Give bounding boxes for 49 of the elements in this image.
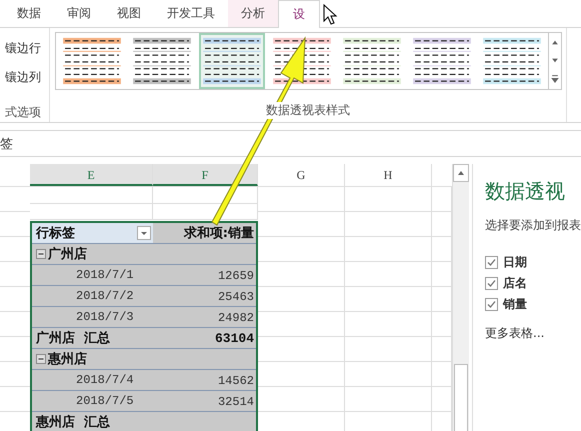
field-checkbox[interactable] — [485, 298, 498, 311]
table-style-thumbnail[interactable] — [198, 33, 264, 89]
vertical-scrollbar[interactable] — [452, 164, 469, 431]
pivot-header-value: 求和项:销量 — [184, 226, 254, 241]
ribbon-tab[interactable]: 数据 — [4, 0, 54, 27]
date-cell-text: 2018/7/3 — [75, 310, 134, 324]
value-cell: 25463 — [218, 290, 254, 304]
group-label: 式选项 — [5, 104, 41, 121]
pane-title: 数据透视 — [485, 178, 565, 205]
cursor-icon — [324, 4, 338, 25]
store-label: 惠州店 — [48, 350, 87, 368]
column-header[interactable]: G — [258, 164, 345, 186]
ribbon-tab[interactable]: 审阅 — [54, 0, 104, 27]
option-label[interactable]: 镶边行 — [5, 40, 41, 57]
value-cell: 32514 — [218, 394, 254, 408]
formula-text: 签 — [0, 136, 13, 152]
date-cell-text: 2018/7/4 — [75, 373, 134, 387]
more-tables-link[interactable]: 更多表格... — [485, 325, 544, 342]
value-cell: 12659 — [218, 268, 254, 282]
collapse-icon[interactable] — [36, 354, 46, 364]
store-label: 广州店 — [48, 246, 87, 263]
group-label: 数据透视表样式 — [266, 102, 350, 119]
column-header[interactable]: H — [345, 164, 432, 186]
field-checkbox[interactable] — [485, 277, 498, 290]
pane-hint: 选择要添加到报表 — [485, 217, 581, 234]
option-label[interactable]: 镶边列 — [5, 69, 41, 86]
field-label: 店名 — [503, 275, 527, 292]
subtotal-label: 广州店 汇总 — [36, 330, 110, 347]
scroll-thumb[interactable] — [454, 364, 468, 431]
date-cell-text: 2018/7/1 — [75, 268, 134, 282]
ribbon-tab[interactable]: 开发工具 — [154, 0, 228, 27]
ribbon-tab[interactable]: 分析 — [228, 0, 278, 27]
scroll-up-icon[interactable] — [453, 164, 469, 182]
value-cell: 24982 — [218, 310, 254, 324]
column-header[interactable]: F — [153, 164, 258, 186]
ribbon-tab[interactable]: 视图 — [104, 0, 154, 27]
filter-dropdown-icon[interactable] — [137, 226, 151, 240]
date-cell-text: 2018/7/2 — [75, 289, 134, 303]
subtotal-label: 惠州店 汇总 — [36, 414, 110, 431]
date-cell-text: 2018/7/5 — [75, 394, 134, 408]
field-label: 日期 — [503, 254, 527, 271]
value-cell: 14562 — [218, 374, 254, 388]
subtotal-value: 63104 — [214, 330, 254, 346]
ribbon-tab[interactable]: 设 — [278, 0, 320, 28]
field-checkbox[interactable] — [485, 256, 498, 269]
field-label: 销量 — [503, 296, 527, 313]
pivot-header-label: 行标签 — [36, 225, 75, 242]
collapse-icon[interactable] — [36, 249, 46, 259]
column-header[interactable]: E — [30, 164, 153, 186]
